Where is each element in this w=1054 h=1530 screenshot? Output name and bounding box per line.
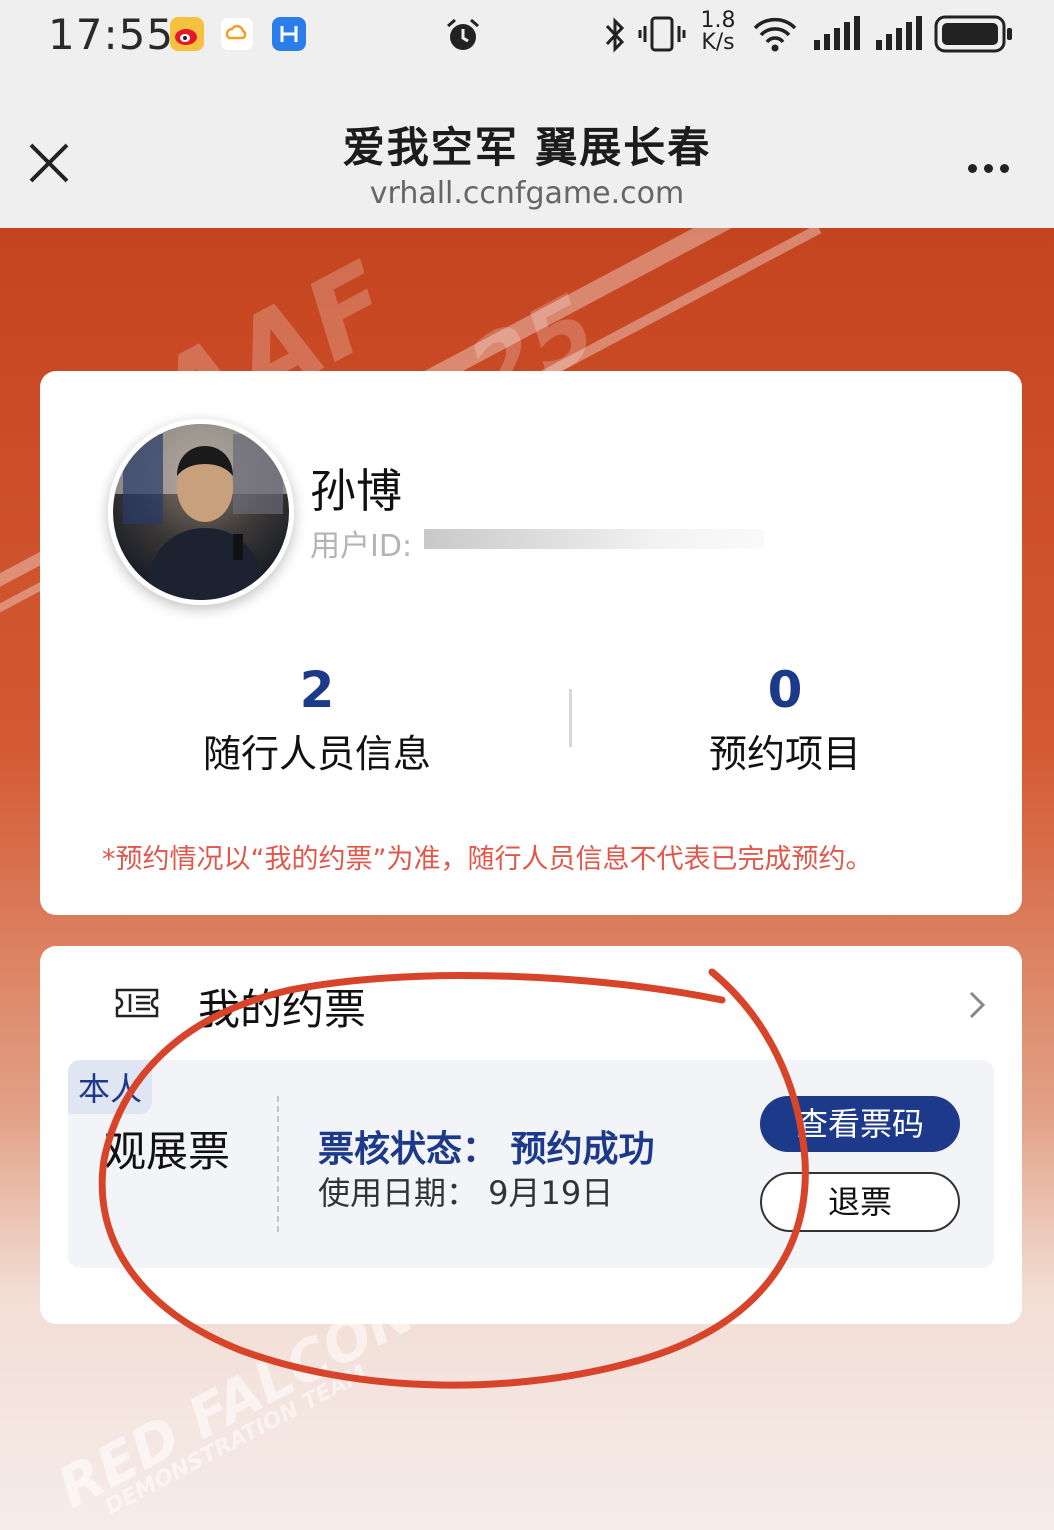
my-tickets-title[interactable]: 我的约票 [198, 976, 366, 1037]
ticket-item: 本人 观展票 票核状态： 预约成功 使用日期： 9月19日 查看票码 退票 [68, 1060, 994, 1268]
chevron-right-icon[interactable] [968, 990, 986, 1020]
weibo-icon [170, 17, 204, 51]
more-menu-button[interactable] [968, 158, 1016, 177]
companions-label: 随行人员信息 [202, 732, 431, 776]
status-time: 17:55 [48, 10, 175, 59]
user-id-redacted [424, 529, 764, 549]
reservation-note: *预约情况以“我的约票”为准，随行人员信息不代表已完成预约。 [102, 844, 873, 875]
signal-icon [814, 16, 860, 50]
my-tickets-card: 我的约票 本人 观展票 票核状态： 预约成功 使用日期： 9月19日 查看票码 … [40, 946, 1022, 1324]
owner-tag: 本人 [68, 1060, 153, 1114]
vibrate-icon [638, 16, 686, 52]
ticket-status: 票核状态： 预约成功 [318, 1129, 655, 1170]
bluetooth-icon [605, 17, 625, 53]
companions-count: 2 [299, 661, 335, 719]
blue-app-icon [272, 17, 306, 51]
view-ticket-code-button[interactable]: 查看票码 [760, 1096, 960, 1152]
ticket-perforation [277, 1096, 279, 1232]
ticket-date: 使用日期： 9月19日 [318, 1174, 614, 1212]
net-speed: 1.8 K/s [700, 8, 736, 55]
page-title: 爱我空军 翼展长春 [342, 123, 712, 172]
alarm-icon [447, 18, 479, 50]
ticket-type: 观展票 [104, 1127, 231, 1176]
reservations-stat[interactable]: 0 预约项目 [625, 661, 945, 778]
user-id-label: 用户ID: [310, 529, 413, 564]
reservations-count: 0 [767, 661, 803, 719]
page-url: vrhall.ccnfgame.com [369, 176, 685, 211]
profile-card: 孙博 用户ID: 2 随行人员信息 0 预约项目 *预约情况以“我的约票”为准，… [40, 371, 1022, 915]
companions-stat[interactable]: 2 随行人员信息 [157, 661, 477, 778]
status-bar: 17:55 1.8 K/s [0, 0, 1054, 72]
refund-button[interactable]: 退票 [760, 1172, 960, 1232]
cloud-app-icon [220, 17, 254, 51]
signal-icon [876, 16, 922, 50]
ticket-list-icon [115, 988, 159, 1018]
reservations-label: 预约项目 [708, 732, 861, 776]
wifi-icon [753, 17, 797, 52]
user-name: 孙博 [310, 464, 402, 518]
avatar [108, 419, 294, 605]
battery-icon [934, 15, 1012, 53]
stat-divider [569, 689, 572, 747]
title-bar: 爱我空军 翼展长春 vrhall.ccnfgame.com [0, 72, 1054, 228]
